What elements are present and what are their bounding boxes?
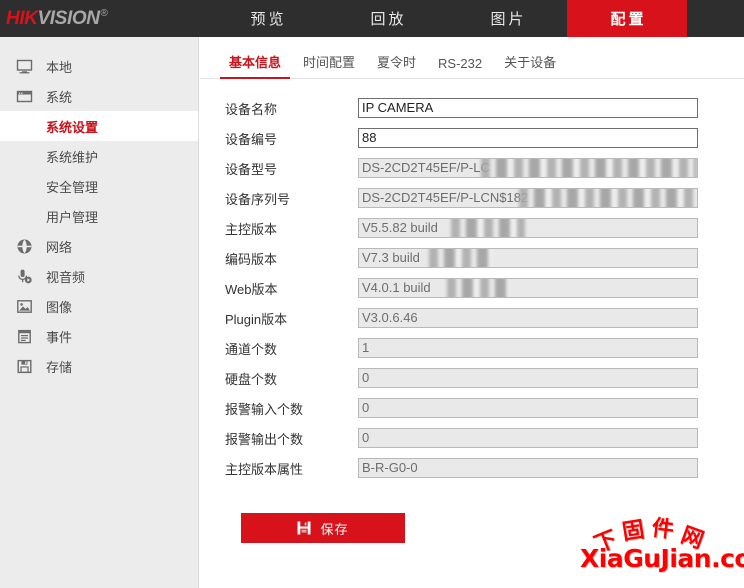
label-encoding-version: 编码版本 bbox=[225, 251, 278, 267]
microphone-icon bbox=[14, 266, 34, 286]
tab-dst[interactable]: 夏令时 bbox=[366, 52, 427, 78]
form-row-firmware-attribute: 主控版本属性 B-R-G0-0 bbox=[200, 453, 744, 483]
brand-text: HIKVISION® bbox=[6, 8, 108, 30]
form-row-hdd-count: 硬盘个数 0 bbox=[200, 363, 744, 393]
form-row-alarm-out-count: 报警输出个数 0 bbox=[200, 423, 744, 453]
tab-rs232[interactable]: RS-232 bbox=[427, 56, 493, 78]
input-channel-count: 1 bbox=[358, 338, 698, 358]
input-encoding-version: V7.3 build bbox=[358, 248, 698, 268]
label-device-model: 设备型号 bbox=[225, 161, 278, 177]
content-area: 基本信息 时间配置 夏令时 RS-232 关于设备 设备名称 IP CAMERA… bbox=[200, 37, 744, 588]
brand-hik-text: HIK bbox=[6, 7, 38, 29]
input-alarm-in-count: 0 bbox=[358, 398, 698, 418]
registered-mark-icon: ® bbox=[100, 8, 108, 20]
save-button[interactable]: 保存 bbox=[241, 513, 405, 543]
label-alarm-in-count: 报警输入个数 bbox=[225, 401, 304, 417]
globe-icon bbox=[14, 236, 34, 256]
label-firmware-version: 主控版本 bbox=[225, 221, 278, 237]
redaction-overlay bbox=[429, 249, 493, 267]
label-web-version: Web版本 bbox=[225, 281, 278, 297]
input-web-version: V4.0.1 build bbox=[358, 278, 698, 298]
label-alarm-out-count: 报警输出个数 bbox=[225, 431, 304, 447]
sidebar-item-image-label: 图像 bbox=[46, 299, 73, 315]
topnav-item-live-view[interactable]: 预览 bbox=[207, 0, 327, 37]
input-firmware-attribute: B-R-G0-0 bbox=[358, 458, 698, 478]
form-row-alarm-in-count: 报警输入个数 0 bbox=[200, 393, 744, 423]
label-hdd-count: 硬盘个数 bbox=[225, 371, 278, 387]
topnav-item-picture[interactable]: 图片 bbox=[447, 0, 567, 37]
value-encoding-version: V7.3 build bbox=[362, 250, 420, 265]
sidebar-subitem-user-management[interactable]: 用户管理 bbox=[0, 201, 198, 231]
window-icon bbox=[14, 86, 34, 106]
form-row-encoding-version: 编码版本 V7.3 build bbox=[200, 243, 744, 273]
form-row-device-no: 设备编号 88 bbox=[200, 123, 744, 153]
value-web-version: V4.0.1 build bbox=[362, 280, 431, 295]
form-actions: 保存 bbox=[200, 483, 744, 543]
redaction-overlay bbox=[481, 159, 697, 177]
form-row-web-version: Web版本 V4.0.1 build bbox=[200, 273, 744, 303]
save-icon bbox=[297, 521, 311, 535]
storage-icon bbox=[14, 356, 34, 376]
form-row-channel-count: 通道个数 1 bbox=[200, 333, 744, 363]
label-plugin-version: Plugin版本 bbox=[225, 311, 288, 327]
sidebar-subitem-security-management[interactable]: 安全管理 bbox=[0, 171, 198, 201]
sidebar-item-video-audio-label: 视音频 bbox=[46, 269, 86, 285]
form-row-plugin-version: Plugin版本 V3.0.6.46 bbox=[200, 303, 744, 333]
label-device-no: 设备编号 bbox=[225, 131, 278, 147]
sidebar-item-network-label: 网络 bbox=[46, 239, 73, 255]
label-channel-count: 通道个数 bbox=[225, 341, 278, 357]
topnav-item-configuration[interactable]: 配置 bbox=[567, 0, 687, 37]
sidebar-item-storage[interactable]: 存储 bbox=[0, 351, 198, 381]
sidebar-item-system-label: 系统 bbox=[46, 89, 73, 105]
tab-time-settings[interactable]: 时间配置 bbox=[292, 52, 366, 78]
top-navigation: 预览 回放 图片 配置 bbox=[199, 0, 744, 37]
image-icon bbox=[14, 296, 34, 316]
label-device-serial: 设备序列号 bbox=[225, 191, 291, 207]
value-device-model: DS-2CD2T45EF/P-LC bbox=[362, 160, 490, 175]
tab-bar: 基本信息 时间配置 夏令时 RS-232 关于设备 bbox=[200, 46, 744, 79]
input-device-serial: DS-2CD2T45EF/P-LCN$182 bbox=[358, 188, 698, 208]
sidebar-item-storage-label: 存储 bbox=[46, 359, 73, 375]
sidebar-item-video-audio[interactable]: 视音频 bbox=[0, 261, 198, 291]
sidebar-item-local[interactable]: 本地 bbox=[0, 51, 198, 81]
sidebar-subitem-system-maintenance[interactable]: 系统维护 bbox=[0, 141, 198, 171]
label-firmware-attribute: 主控版本属性 bbox=[225, 461, 304, 477]
event-icon bbox=[14, 326, 34, 346]
input-device-name[interactable]: IP CAMERA bbox=[358, 98, 698, 118]
hikvision-config-page: HIKVISION® 预览 回放 图片 配置 本地 系统 系统设置 系统维护 安… bbox=[0, 0, 744, 588]
sidebar-item-event-label: 事件 bbox=[46, 329, 73, 345]
sidebar-item-system[interactable]: 系统 bbox=[0, 81, 198, 111]
basic-info-form: 设备名称 IP CAMERA 设备编号 88 设备型号 DS-2CD2T45EF… bbox=[200, 79, 744, 543]
redaction-overlay bbox=[447, 279, 509, 297]
form-row-firmware-version: 主控版本 V5.5.82 build bbox=[200, 213, 744, 243]
input-device-model: DS-2CD2T45EF/P-LC bbox=[358, 158, 698, 178]
tab-basic-info[interactable]: 基本信息 bbox=[218, 52, 292, 79]
form-row-device-model: 设备型号 DS-2CD2T45EF/P-LC bbox=[200, 153, 744, 183]
input-alarm-out-count: 0 bbox=[358, 428, 698, 448]
top-bar: HIKVISION® 预览 回放 图片 配置 bbox=[0, 0, 744, 37]
sidebar-item-network[interactable]: 网络 bbox=[0, 231, 198, 261]
value-device-serial: DS-2CD2T45EF/P-LCN$182 bbox=[362, 190, 529, 205]
sidebar-subitem-system-settings[interactable]: 系统设置 bbox=[0, 111, 198, 141]
brand-vision-text: VISION bbox=[37, 7, 100, 29]
value-firmware-version: V5.5.82 build bbox=[362, 220, 438, 235]
tab-about-device[interactable]: 关于设备 bbox=[493, 52, 567, 78]
hikvision-logo: HIKVISION® bbox=[0, 0, 199, 37]
redaction-overlay bbox=[519, 189, 697, 207]
input-plugin-version: V3.0.6.46 bbox=[358, 308, 698, 328]
form-row-device-serial: 设备序列号 DS-2CD2T45EF/P-LCN$182 bbox=[200, 183, 744, 213]
form-row-device-name: 设备名称 IP CAMERA bbox=[200, 93, 744, 123]
input-firmware-version: V5.5.82 build bbox=[358, 218, 698, 238]
label-device-name: 设备名称 bbox=[225, 101, 278, 117]
monitor-icon bbox=[14, 56, 34, 76]
redaction-overlay bbox=[451, 219, 525, 237]
input-device-no[interactable]: 88 bbox=[358, 128, 698, 148]
sidebar-item-event[interactable]: 事件 bbox=[0, 321, 198, 351]
sidebar-item-image[interactable]: 图像 bbox=[0, 291, 198, 321]
input-hdd-count: 0 bbox=[358, 368, 698, 388]
save-button-label: 保存 bbox=[320, 521, 349, 537]
topnav-item-playback[interactable]: 回放 bbox=[327, 0, 447, 37]
sidebar-item-local-label: 本地 bbox=[46, 59, 73, 75]
sidebar: 本地 系统 系统设置 系统维护 安全管理 用户管理 网络 视音频 图像 事件 存… bbox=[0, 37, 199, 588]
